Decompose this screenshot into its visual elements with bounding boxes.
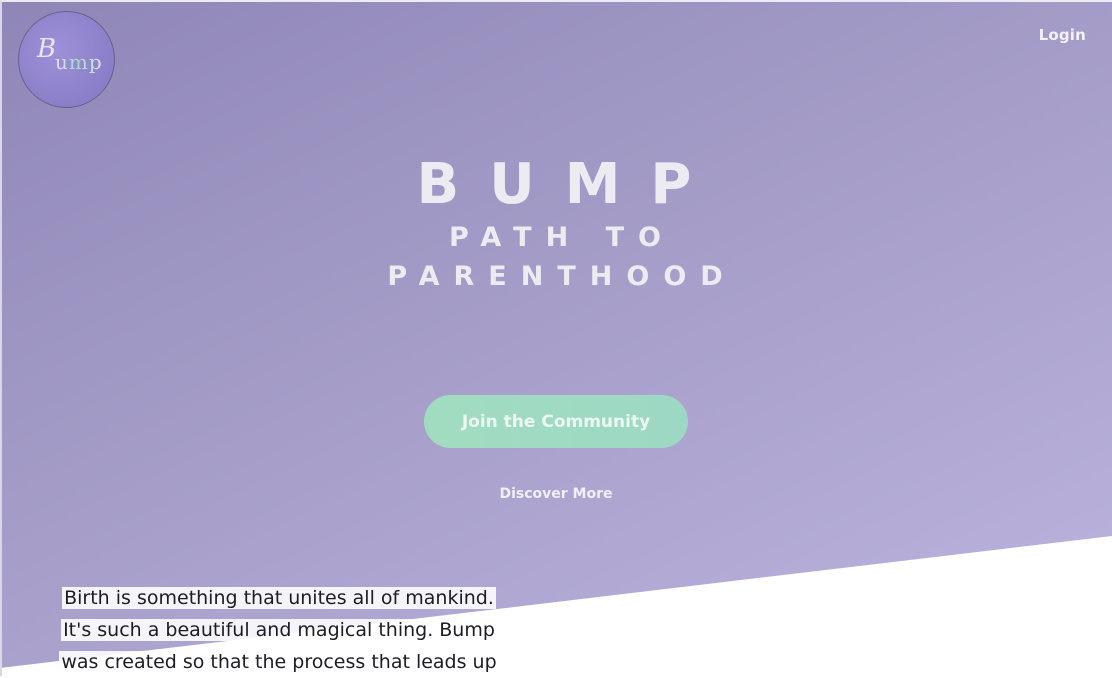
intro-text: Birth is something that unites all of ma… — [59, 587, 499, 673]
discover-more-link[interactable]: Discover More — [0, 486, 1112, 502]
login-link[interactable]: Login — [1039, 26, 1086, 44]
bump-logo[interactable]: B ump — [18, 11, 115, 108]
join-community-button[interactable]: Join the Community — [424, 395, 688, 448]
hero-title: BUMP — [416, 152, 722, 217]
logo-mother-glyph: B — [37, 34, 57, 64]
hero-subtitle-line1: PATH TO — [449, 222, 675, 253]
hero-subtitle-line2: PARENTHOOD — [387, 261, 737, 292]
intro-paragraph: Birth is something that unites all of ma… — [57, 582, 501, 678]
logo-wordmark: ump — [55, 50, 103, 74]
hero-banner — [0, 0, 1112, 668]
